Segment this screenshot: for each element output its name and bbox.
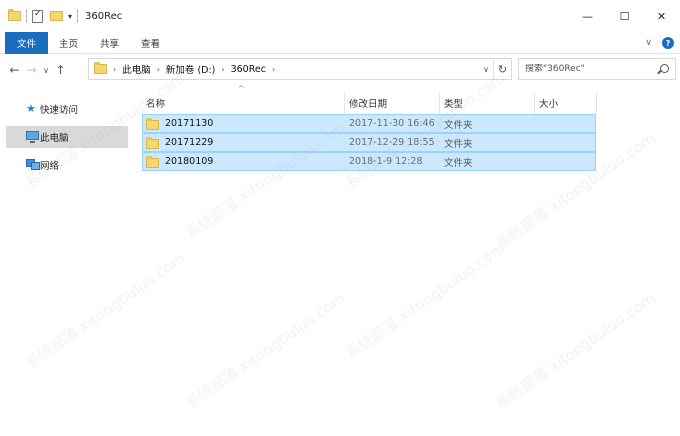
navigation-pane: ★ 快速访问 此电脑 网络 [0,90,132,436]
breadcrumb-this-pc[interactable]: 此电脑 [122,62,151,76]
properties-icon[interactable] [32,9,43,23]
window-controls: — ☐ ✕ [569,0,680,32]
folder-icon [146,155,159,168]
file-name: 20171130 [165,118,214,129]
sidebar-item-label: 快速访问 [40,105,79,116]
type-cell: 文件夹 [444,138,473,150]
column-header-date-modified[interactable]: 修改日期 [345,92,440,114]
breadcrumb-separator[interactable]: › [157,65,160,74]
type-cell: 文件夹 [444,119,473,131]
file-list: ^ 名称 修改日期 类型 大小 20171130 2017-11-30 16:4… [142,84,680,436]
file-name-cell: 20171130 [146,115,213,132]
date-modified-cell: 2017-11-30 16:46 [349,118,435,129]
star-icon: ★ [26,102,36,115]
close-button[interactable]: ✕ [643,0,680,32]
minimize-button[interactable]: — [569,0,606,32]
tab-file[interactable]: 文件 [5,31,49,54]
breadcrumb-drive-d[interactable]: 新加卷 (D:) [166,62,215,76]
divider [26,9,27,23]
title-bar: ▾ 360Rec — ☐ ✕ [0,0,680,32]
table-row[interactable]: 20180109 2018-1-9 12:28 文件夹 [142,152,596,171]
folder-icon [94,62,107,74]
breadcrumb-360rec[interactable]: 360Rec [231,64,266,75]
address-dropdown-button[interactable]: ∨ [479,65,493,74]
navigation-bar: ← → ∨ ↑ › 此电脑 › 新加卷 (D:) › 360Rec › ∨ ↻ [0,58,680,82]
ribbon-right: ∨ ? [645,32,674,54]
search-input[interactable] [525,64,650,74]
quick-access-toolbar: ▾ 360Rec [0,0,122,32]
sidebar-item-this-pc[interactable]: 此电脑 [6,126,128,148]
up-button[interactable]: ↑ [52,63,69,77]
search-icon[interactable] [660,64,669,73]
expand-ribbon-button[interactable]: ∨ [645,38,652,48]
customize-toolbar-button[interactable]: ▾ [68,12,72,21]
divider [77,9,79,23]
table-row[interactable]: 20171229 2017-12-29 18:55 文件夹 [142,133,596,152]
ribbon-tabs: 文件 主页 共享 查看 ∨ ? [0,31,680,54]
breadcrumb-separator[interactable]: › [272,65,275,74]
address-actions: ∨ ↻ [479,59,511,79]
help-icon[interactable]: ? [662,37,674,49]
sidebar-item-quick-access[interactable]: ★ 快速访问 [6,98,128,120]
sidebar-item-label: 此电脑 [40,133,69,144]
type-cell: 文件夹 [444,157,473,169]
recent-locations-button[interactable]: ∨ [40,66,52,75]
window-title: 360Rec [85,10,123,22]
date-modified-cell: 2018-1-9 12:28 [349,156,423,167]
tab-home[interactable]: 主页 [48,32,89,54]
tab-view[interactable]: 查看 [130,32,171,54]
computer-icon [26,131,39,143]
back-button[interactable]: ← [6,63,23,77]
tab-share[interactable]: 共享 [89,32,130,54]
folder-icon [146,117,159,130]
file-name: 20180109 [165,156,214,167]
column-header-size[interactable]: 大小 [535,92,597,114]
folder-icon [146,136,159,149]
search-box[interactable] [518,58,676,80]
network-icon [26,159,40,170]
sidebar-item-network[interactable]: 网络 [6,154,128,176]
refresh-button[interactable]: ↻ [493,59,511,79]
address-bar[interactable]: › 此电脑 › 新加卷 (D:) › 360Rec › ∨ ↻ [88,58,512,80]
file-name-cell: 20180109 [146,153,213,170]
folder-icon [8,9,21,21]
sidebar-item-label: 网络 [40,161,60,172]
column-header-type[interactable]: 类型 [440,92,535,114]
column-header-name[interactable]: 名称 [142,92,345,114]
forward-button[interactable]: → [23,63,40,77]
new-folder-icon[interactable] [50,11,63,21]
breadcrumb-separator[interactable]: › [221,65,224,74]
maximize-button[interactable]: ☐ [606,0,643,32]
table-row[interactable]: 20171130 2017-11-30 16:46 文件夹 [142,114,596,133]
file-name: 20171229 [165,137,214,148]
file-name-cell: 20171229 [146,134,213,151]
breadcrumb-separator[interactable]: › [113,65,116,74]
date-modified-cell: 2017-12-29 18:55 [349,137,435,148]
